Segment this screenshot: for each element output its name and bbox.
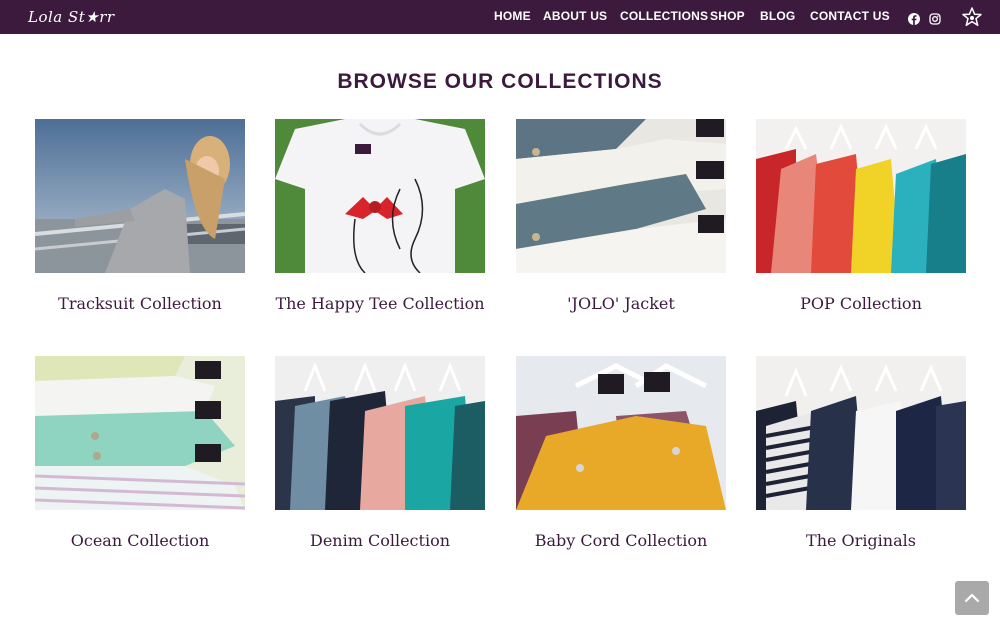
collection-title[interactable]: 'JOLO' Jacket xyxy=(496,294,746,313)
denim-collection-image xyxy=(275,356,485,510)
collection-title[interactable]: The Originals xyxy=(736,531,986,550)
originals-collection-image xyxy=(756,356,966,510)
happy-tee-collection-image xyxy=(275,119,485,273)
jolo-jacket-image xyxy=(516,119,726,273)
page-title: Browse Our Collections xyxy=(337,70,663,93)
collection-card-denim[interactable]: Denim Collection xyxy=(275,356,485,550)
site-logo[interactable]: Lola St★rr xyxy=(28,8,115,26)
site-header: Lola St★rr Home About Us Collections Sho… xyxy=(0,0,1000,34)
collection-title[interactable]: Ocean Collection xyxy=(15,531,265,550)
collection-title[interactable]: The Happy Tee Collection xyxy=(255,294,505,313)
collection-card-happy-tee[interactable]: The Happy Tee Collection xyxy=(275,119,485,313)
pop-collection-image xyxy=(756,119,966,273)
collection-card-tracksuit[interactable]: Tracksuit Collection xyxy=(35,119,245,313)
collection-card-baby-cord[interactable]: Baby Cord Collection xyxy=(516,356,726,550)
facebook-icon[interactable] xyxy=(908,10,920,25)
nav-link-collections[interactable]: Collections xyxy=(620,9,708,23)
collection-card-jolo-jacket[interactable]: 'JOLO' Jacket xyxy=(516,119,726,313)
cart-star-icon[interactable] xyxy=(962,7,982,27)
nav-link-home[interactable]: Home xyxy=(494,9,531,23)
tracksuit-collection-image xyxy=(35,119,245,273)
instagram-icon[interactable] xyxy=(929,10,941,25)
baby-cord-collection-image xyxy=(516,356,726,510)
collection-card-ocean[interactable]: Ocean Collection xyxy=(35,356,245,550)
nav-link-contact-us[interactable]: Contact Us xyxy=(810,9,890,23)
collection-title[interactable]: POP Collection xyxy=(736,294,986,313)
collection-title[interactable]: Tracksuit Collection xyxy=(15,294,265,313)
collection-card-originals[interactable]: The Originals xyxy=(756,356,966,550)
chevron-up-icon xyxy=(964,593,980,603)
collection-title[interactable]: Baby Cord Collection xyxy=(496,531,746,550)
ocean-collection-image xyxy=(35,356,245,510)
collection-card-pop[interactable]: POP Collection xyxy=(756,119,966,313)
collection-title[interactable]: Denim Collection xyxy=(255,531,505,550)
nav-link-shop[interactable]: Shop xyxy=(710,9,745,23)
scroll-to-top-button[interactable] xyxy=(955,581,989,615)
nav-link-about-us[interactable]: About Us xyxy=(543,9,607,23)
nav-link-blog[interactable]: Blog xyxy=(760,9,795,23)
